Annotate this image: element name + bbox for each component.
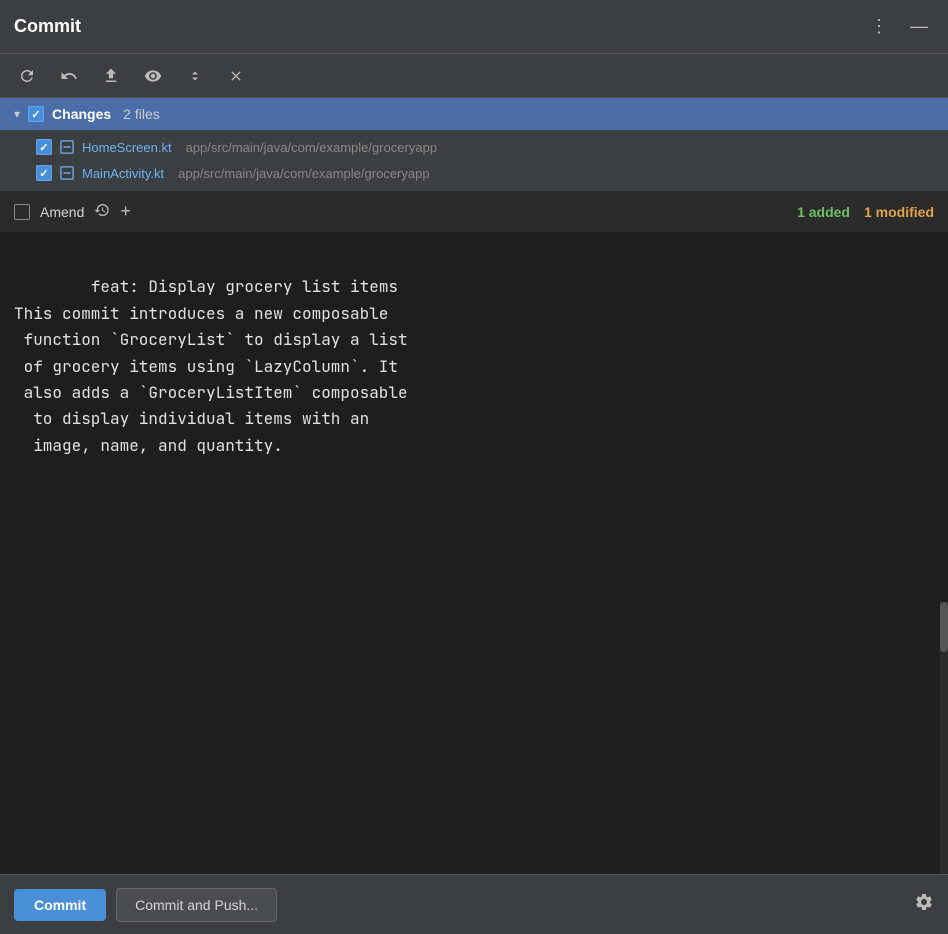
amend-label: Amend [40, 204, 84, 220]
reorder-icon [186, 67, 204, 85]
commit-message-container: feat: Display grocery list items This co… [0, 232, 948, 874]
toolbar [0, 54, 948, 98]
commit-message-text[interactable]: feat: Display grocery list items This co… [0, 232, 948, 652]
amend-right: 1 added 1 modified [797, 204, 934, 220]
history-button[interactable] [94, 202, 110, 222]
history-icon [94, 202, 110, 218]
bottom-left: Commit Commit and Push... [14, 888, 277, 922]
settings-icon [914, 892, 934, 912]
changes-header[interactable]: ▾ Changes 2 files [0, 98, 948, 130]
window-title: Commit [14, 16, 81, 37]
changes-count: 2 files [123, 106, 160, 122]
file2-path: app/src/main/java/com/example/groceryapp [178, 166, 429, 181]
commit-button[interactable]: Commit [14, 889, 106, 921]
commit-subject: feat: Display grocery list items [91, 276, 398, 297]
scrollbar-track[interactable] [940, 602, 948, 874]
amend-checkbox[interactable] [14, 204, 30, 220]
close-toolbar-button[interactable] [224, 66, 248, 86]
modified-badge: 1 modified [864, 204, 934, 220]
added-badge: 1 added [797, 204, 850, 220]
bottom-bar: Commit Commit and Push... [0, 874, 948, 934]
refresh-button[interactable] [14, 65, 40, 87]
undo-icon [60, 67, 78, 85]
eye-icon [144, 67, 162, 85]
more-options-button[interactable]: ⋮ [864, 14, 894, 39]
download-button[interactable] [98, 65, 124, 87]
file2-name: MainActivity.kt [82, 166, 164, 181]
changes-label: Changes [52, 106, 111, 122]
minimize-button[interactable]: — [904, 14, 934, 39]
file1-checkbox[interactable] [36, 139, 52, 155]
file2-checkbox[interactable] [36, 165, 52, 181]
chevron-down-icon: ▾ [14, 107, 20, 121]
file1-name: HomeScreen.kt [82, 140, 172, 155]
title-bar: Commit ⋮ — [0, 0, 948, 54]
refresh-icon [18, 67, 36, 85]
file-item-homescreen[interactable]: HomeScreen.kt app/src/main/java/com/exam… [0, 134, 948, 160]
add-template-button[interactable]: + [120, 201, 131, 222]
file1-path: app/src/main/java/com/example/groceryapp [186, 140, 437, 155]
settings-button[interactable] [914, 892, 934, 917]
undo-button[interactable] [56, 65, 82, 87]
amend-left: Amend + [14, 201, 131, 222]
commit-body: This commit introduces a new composable … [14, 303, 408, 456]
modified-file-icon2 [60, 166, 74, 180]
changes-checkbox[interactable] [28, 106, 44, 122]
reorder-button[interactable] [182, 65, 208, 87]
amend-row: Amend + 1 added 1 modified [0, 190, 948, 232]
view-button[interactable] [140, 65, 166, 87]
scrollbar-thumb[interactable] [940, 602, 948, 652]
title-bar-right: ⋮ — [864, 14, 934, 39]
file-tree-section: ▾ Changes 2 files HomeScreen.kt app/src/… [0, 98, 948, 190]
download-icon [102, 67, 120, 85]
close-icon [228, 68, 244, 84]
modified-file-icon [60, 140, 74, 154]
file-item-mainactivity[interactable]: MainActivity.kt app/src/main/java/com/ex… [0, 160, 948, 186]
commit-window: Commit ⋮ — [0, 0, 948, 934]
commit-and-push-button[interactable]: Commit and Push... [116, 888, 277, 922]
file-list: HomeScreen.kt app/src/main/java/com/exam… [0, 130, 948, 190]
title-bar-left: Commit [14, 16, 81, 37]
